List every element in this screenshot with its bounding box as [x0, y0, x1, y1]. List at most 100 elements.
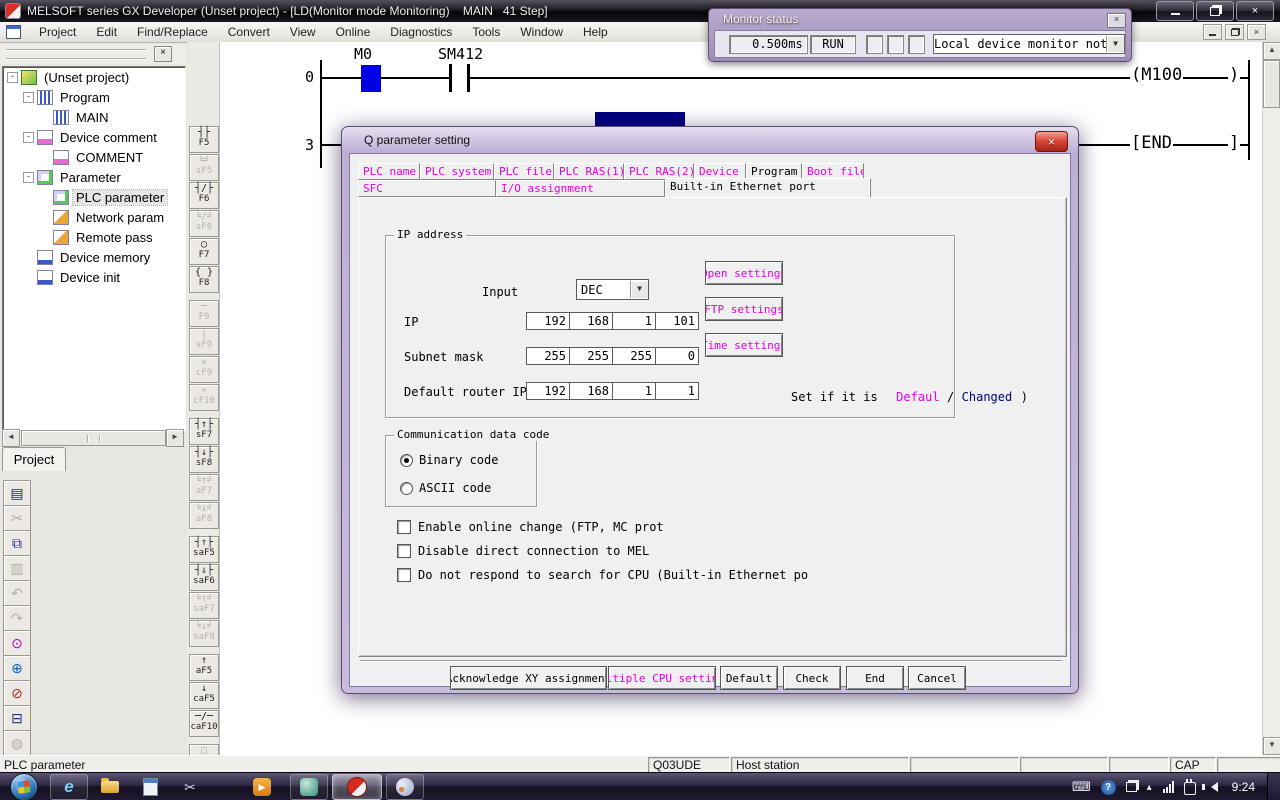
- tree-item[interactable]: - Parameter: [3, 167, 185, 187]
- dialog-tab[interactable]: PLC file: [494, 163, 554, 180]
- toolbar-button[interactable]: ▤: [3, 480, 31, 506]
- dropdown-arrow-icon[interactable]: ▼: [630, 281, 648, 298]
- tree-item[interactable]: - Device comment: [3, 127, 185, 147]
- project-tab[interactable]: Project: [2, 447, 66, 471]
- subnet-octet-input[interactable]: 255: [612, 348, 655, 364]
- palette-button[interactable]: ╘⇓╛ saF8: [189, 620, 219, 647]
- toolbar-button[interactable]: ▥: [3, 555, 31, 581]
- dialog-tab[interactable]: PLC name: [358, 163, 420, 180]
- menu-item[interactable]: Online: [326, 23, 381, 41]
- palette-button[interactable]: ─/─ caF10: [189, 710, 219, 737]
- palette-button[interactable]: ┤↓├ sF8: [189, 446, 219, 473]
- scroll-up-icon[interactable]: ▲: [1263, 42, 1280, 60]
- palette-button[interactable]: ↑ aF5: [189, 654, 219, 681]
- palette-button[interactable]: ╘↓╛ aF8: [189, 502, 219, 529]
- taskbar-item-media-player[interactable]: ▶: [244, 775, 280, 799]
- toolbar-button[interactable]: ⊕: [3, 655, 31, 681]
- router-octet-input[interactable]: 1: [655, 383, 698, 399]
- end-button[interactable]: End: [846, 666, 904, 690]
- minimize-button[interactable]: [1156, 1, 1194, 21]
- toolbar-button[interactable]: ↶: [3, 580, 31, 606]
- disable-direct-connection-checkbox[interactable]: Disable direct connection to MEL: [397, 544, 649, 558]
- dropdown-arrow-icon[interactable]: ▼: [1106, 36, 1124, 52]
- tree-expander-icon[interactable]: -: [7, 72, 18, 83]
- ip-octet-input[interactable]: 192: [527, 313, 569, 329]
- default-button[interactable]: Default: [720, 666, 778, 690]
- subnet-octet-input[interactable]: 0: [655, 348, 698, 364]
- palette-button[interactable]: ┤↑├ sF7: [189, 418, 219, 445]
- dialog-tab[interactable]: PLC system: [420, 163, 494, 180]
- scroll-right-icon[interactable]: ►: [166, 429, 184, 447]
- tree-item[interactable]: - PLC parameter: [3, 187, 185, 207]
- start-button[interactable]: [10, 773, 38, 800]
- menu-item[interactable]: Edit: [86, 23, 127, 41]
- palette-button[interactable]: { } F8: [189, 266, 219, 293]
- project-tree-hscrollbar[interactable]: ◄ ►: [2, 430, 184, 446]
- palette-button[interactable]: ◯ F7: [189, 238, 219, 265]
- toolbar-button[interactable]: ⊘: [3, 680, 31, 706]
- menu-item[interactable]: Diagnostics: [380, 23, 462, 41]
- taskbar-item-snipping-tool[interactable]: ✂: [172, 775, 208, 799]
- mdi-restore-button[interactable]: [1225, 24, 1244, 40]
- palette-button[interactable]: ∗ cF10: [189, 384, 219, 411]
- ladder-vscrollbar[interactable]: ▲ ▼: [1262, 42, 1280, 755]
- restore-button[interactable]: [1196, 1, 1234, 21]
- enable-online-change-checkbox[interactable]: Enable online change (FTP, MC prot: [397, 520, 664, 534]
- toolbar-button[interactable]: ◍: [3, 730, 31, 756]
- palette-button[interactable]: ─ F9: [189, 300, 219, 327]
- dialog-tab[interactable]: I/O assignment: [496, 180, 665, 197]
- palette-button[interactable]: ┤├ F5: [189, 126, 219, 153]
- ip-octet-input[interactable]: 101: [655, 313, 698, 329]
- menu-item[interactable]: Convert: [218, 23, 280, 41]
- scroll-left-icon[interactable]: ◄: [2, 429, 20, 447]
- taskbar-item-calculator[interactable]: [132, 775, 168, 799]
- subnet-octet-input[interactable]: 255: [527, 348, 569, 364]
- taskbar-item-explorer[interactable]: [92, 775, 128, 799]
- monitor-close-button[interactable]: ×: [1107, 13, 1126, 28]
- help-tray-icon[interactable]: ?: [1101, 780, 1116, 795]
- menu-item[interactable]: Tools: [462, 23, 510, 41]
- dialog-tab[interactable]: PLC RAS(1): [554, 163, 624, 180]
- project-panel-header[interactable]: ×: [0, 44, 186, 64]
- tree-item[interactable]: - (Unset project): [3, 67, 185, 87]
- router-octet-input[interactable]: 192: [527, 383, 569, 399]
- ip-octet-input[interactable]: 168: [569, 313, 612, 329]
- tree-item[interactable]: - Device init: [3, 267, 185, 287]
- multiple-cpu-settings-button[interactable]: Multiple CPU settings: [608, 666, 716, 690]
- toolbar-button[interactable]: ⊙: [3, 630, 31, 656]
- contact-sm412[interactable]: [449, 64, 470, 92]
- volume-icon[interactable]: [1206, 782, 1218, 792]
- palette-button[interactable]: ╘⇑╛ saF7: [189, 592, 219, 619]
- cancel-button[interactable]: Cancel: [908, 666, 966, 690]
- network-signal-icon[interactable]: [1162, 781, 1174, 793]
- ascii-code-radio[interactable]: ASCII code: [400, 481, 491, 495]
- palette-button[interactable]: ┤⇑├ saF5: [189, 536, 219, 563]
- input-format-dropdown[interactable]: DEC ▼: [576, 279, 649, 300]
- taskbar-item-internet-explorer[interactable]: e: [50, 774, 88, 800]
- tree-expander-icon[interactable]: -: [23, 132, 34, 143]
- contact-m0-energized[interactable]: [361, 65, 381, 92]
- vscroll-thumb[interactable]: [1263, 60, 1280, 108]
- menu-item[interactable]: Window: [510, 23, 573, 41]
- toolbar-button[interactable]: ✂: [3, 505, 31, 531]
- acknowledge-xy-assignment-button[interactable]: Acknowledge XY assignment: [450, 666, 607, 690]
- ftp-settings-button[interactable]: FTP settings: [705, 297, 783, 321]
- taskbar-item-gx-works[interactable]: [290, 774, 328, 800]
- mdi-minimize-button[interactable]: [1203, 24, 1222, 40]
- show-hidden-icons-button[interactable]: ▴: [1147, 782, 1152, 793]
- monitor-mode-dropdown[interactable]: Local device monitor not execu ▼: [933, 34, 1125, 54]
- tree-item[interactable]: - COMMENT: [3, 147, 185, 167]
- palette-button[interactable]: ╘╛ sF5: [189, 154, 219, 181]
- palette-button[interactable]: ┤/├ F6: [189, 182, 219, 209]
- dialog-close-button[interactable]: ×: [1035, 131, 1068, 152]
- tree-expander-icon[interactable]: -: [23, 172, 34, 183]
- toolbar-button[interactable]: ↷: [3, 605, 31, 631]
- hscroll-thumb[interactable]: [21, 430, 166, 446]
- end-instruction[interactable]: [END: [1130, 133, 1173, 153]
- router-octet-input[interactable]: 1: [612, 383, 655, 399]
- open-settings-button[interactable]: Open settings: [705, 261, 783, 285]
- menu-item[interactable]: Project: [29, 23, 86, 41]
- window-switcher-tray-icon[interactable]: [1126, 782, 1137, 792]
- palette-button[interactable]: ╘↑╛ aF7: [189, 474, 219, 501]
- coil-m100[interactable]: (M100: [1130, 65, 1183, 85]
